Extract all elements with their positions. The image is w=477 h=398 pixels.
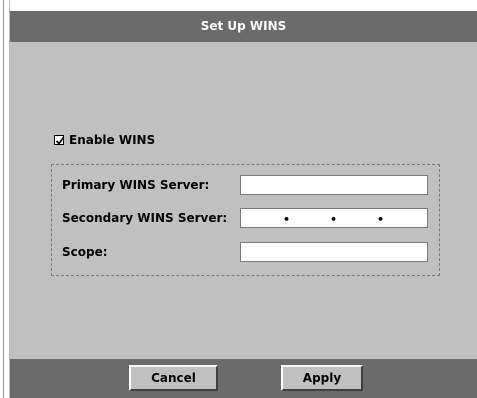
set-up-wins-dialog: Set Up WINS Enable WINS Primary WINS Ser… <box>0 0 477 398</box>
cancel-button[interactable]: Cancel <box>129 365 218 391</box>
ip-separator-dot: • <box>330 213 338 226</box>
window-edge <box>3 0 4 398</box>
ip-separator-dot: • <box>377 213 385 226</box>
ip-address-separators: • • • <box>241 209 427 227</box>
primary-wins-server-label: Primary WINS Server: <box>62 178 210 192</box>
check-icon <box>55 136 65 145</box>
secondary-wins-server-input[interactable]: • • • <box>240 208 428 228</box>
scope-label: Scope: <box>62 245 108 259</box>
primary-wins-server-input[interactable] <box>240 175 428 195</box>
scope-input[interactable] <box>240 242 428 262</box>
secondary-wins-server-label: Secondary WINS Server: <box>62 211 228 225</box>
enable-wins-row[interactable]: Enable WINS <box>54 133 155 147</box>
enable-wins-label: Enable WINS <box>69 133 156 147</box>
enable-wins-checkbox[interactable] <box>54 135 65 145</box>
dialog-title: Set Up WINS <box>200 19 287 33</box>
title-bar: Set Up WINS <box>10 11 477 43</box>
button-bar <box>10 359 477 398</box>
apply-button[interactable]: Apply <box>281 365 363 391</box>
ip-separator-dot: • <box>283 213 291 226</box>
